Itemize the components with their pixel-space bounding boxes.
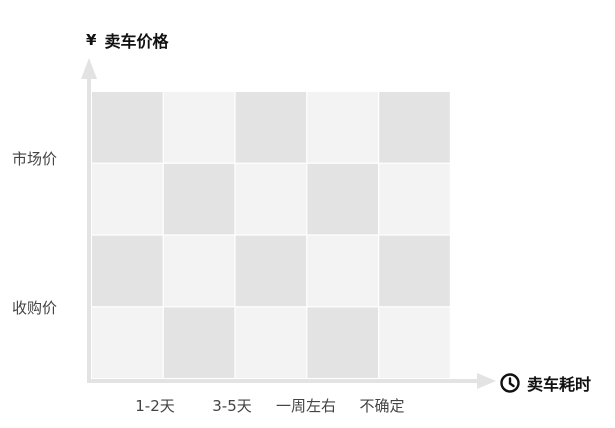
heatmap-cell (235, 235, 307, 307)
heatmap-cell (163, 92, 235, 163)
heatmap-cell (235, 92, 307, 163)
x-tick-label: 不确定 (359, 397, 405, 415)
y-axis-title: ¥ 卖车价格 (86, 28, 168, 52)
yen-icon: ¥ (86, 31, 97, 49)
heatmap-cell (307, 307, 378, 378)
heatmap-cell (92, 235, 163, 307)
heatmap-cell (307, 92, 378, 163)
x-axis-title: 卖车耗时 (499, 370, 591, 396)
heatmap-cell (379, 235, 450, 307)
heatmap-cell (92, 307, 163, 378)
clock-icon (500, 373, 520, 393)
y-axis-label: 卖车价格 (104, 32, 169, 51)
x-tick-label: 一周左右 (275, 397, 337, 415)
heatmap-cell (92, 163, 163, 235)
heatmap-cell (379, 163, 450, 235)
x-axis-arrow (477, 373, 496, 389)
heatmap-cell (307, 235, 378, 307)
y-tick-label: 市场价 (12, 150, 58, 168)
heatmap-cell (235, 307, 307, 378)
heatmap-cells (92, 92, 450, 378)
x-tick-label: 1-2天 (135, 397, 175, 415)
heatmap-cell (379, 307, 450, 378)
heatmap-cell (163, 235, 235, 307)
heatmap-cell (163, 163, 235, 235)
heatmap-cell (379, 92, 450, 163)
x-axis-label: 卖车耗时 (527, 375, 592, 394)
heatmap-cell (307, 163, 378, 235)
heatmap-cell (92, 92, 163, 163)
y-axis-arrow (81, 58, 97, 79)
heatmap-cell (163, 307, 235, 378)
x-tick-label: 3-5天 (212, 397, 252, 415)
y-tick-label: 收购价 (12, 299, 58, 317)
plot-area (81, 58, 496, 389)
heatmap-cell (235, 163, 307, 235)
